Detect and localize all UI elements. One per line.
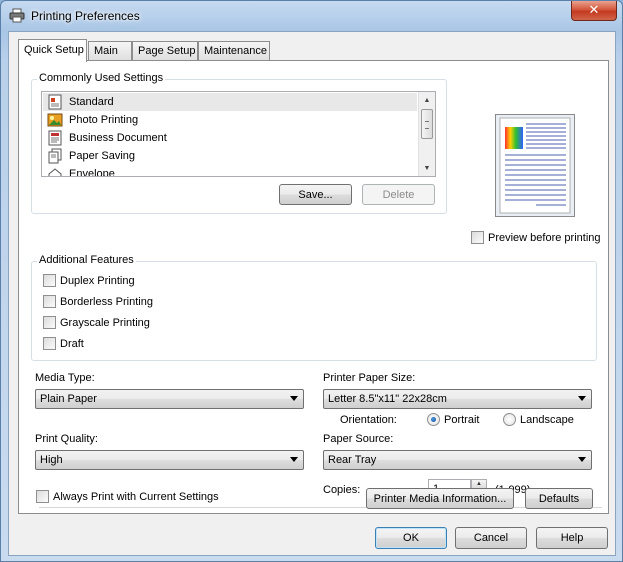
panel-separator	[39, 507, 602, 509]
chevron-down-icon	[290, 457, 298, 462]
paper-source-label: Paper Source:	[323, 433, 394, 445]
checkbox-box[interactable]	[36, 490, 49, 503]
checkbox-box[interactable]	[43, 316, 56, 329]
grayscale-printing-label: Grayscale Printing	[60, 316, 150, 329]
chevron-down-icon	[578, 396, 586, 401]
duplex-printing-checkbox[interactable]: Duplex Printing	[43, 274, 135, 287]
paper-size-value: Letter 8.5"x11" 22x28cm	[328, 393, 447, 405]
list-item-label: Photo Printing	[69, 114, 139, 126]
list-item-label: Standard	[69, 96, 114, 108]
dialog-client-area: Quick Setup Main Page Setup Maintenance …	[8, 31, 616, 556]
list-scrollbar[interactable]: ▲ ▼	[418, 92, 435, 176]
commonly-used-settings-label: Commonly Used Settings	[37, 72, 166, 84]
radio-button[interactable]	[503, 413, 516, 426]
list-item[interactable]: Photo Printing	[43, 111, 417, 129]
printer-icon	[9, 8, 25, 23]
paper-size-select[interactable]: Letter 8.5"x11" 22x28cm	[323, 389, 592, 409]
printer-media-information-button[interactable]: Printer Media Information...	[366, 488, 514, 509]
portrait-radio[interactable]: Portrait	[427, 413, 479, 426]
preview-before-printing-checkbox[interactable]: Preview before printing	[471, 231, 601, 244]
defaults-button[interactable]: Defaults	[525, 488, 593, 509]
list-item[interactable]: Envelope	[43, 165, 417, 177]
chevron-down-icon	[290, 396, 298, 401]
paper-size-label: Printer Paper Size:	[323, 372, 416, 384]
checkbox-box[interactable]	[43, 274, 56, 287]
orientation-label: Orientation:	[340, 414, 397, 426]
grayscale-printing-checkbox[interactable]: Grayscale Printing	[43, 316, 150, 329]
checkbox-box[interactable]	[43, 295, 56, 308]
standard-doc-icon	[47, 94, 63, 110]
help-button[interactable]: Help	[536, 527, 608, 549]
close-button[interactable]: ✕	[571, 1, 617, 21]
ok-button[interactable]: OK	[375, 527, 447, 549]
media-type-select[interactable]: Plain Paper	[35, 389, 304, 409]
save-button[interactable]: Save...	[279, 184, 352, 205]
duplex-printing-label: Duplex Printing	[60, 274, 135, 287]
landscape-label: Landscape	[520, 413, 574, 426]
list-item[interactable]: Standard	[43, 93, 417, 111]
envelope-icon	[47, 166, 63, 176]
list-item-label: Business Document	[69, 132, 167, 144]
borderless-printing-label: Borderless Printing	[60, 295, 153, 308]
paper-saving-icon	[47, 148, 63, 164]
always-print-checkbox[interactable]: Always Print with Current Settings	[36, 490, 219, 503]
always-print-label: Always Print with Current Settings	[53, 490, 219, 503]
delete-button[interactable]: Delete	[362, 184, 435, 205]
preview-before-printing-label: Preview before printing	[488, 231, 601, 244]
print-quality-select[interactable]: High	[35, 450, 304, 470]
tab-quick-setup[interactable]: Quick Setup	[18, 39, 87, 62]
page-preview	[495, 114, 575, 217]
list-item[interactable]: Business Document	[43, 129, 417, 147]
checkbox-box[interactable]	[43, 337, 56, 350]
photo-icon	[47, 112, 63, 128]
tab-main[interactable]: Main	[88, 41, 132, 61]
draft-checkbox[interactable]: Draft	[43, 337, 84, 350]
close-icon: ✕	[588, 3, 600, 18]
chevron-down-icon	[578, 457, 586, 462]
copies-label: Copies:	[323, 484, 361, 496]
cancel-button[interactable]: Cancel	[455, 527, 527, 549]
print-quality-label: Print Quality:	[35, 433, 98, 445]
scroll-down-icon[interactable]: ▼	[419, 160, 435, 176]
tab-maintenance[interactable]: Maintenance	[198, 41, 270, 61]
scroll-thumb[interactable]	[421, 109, 433, 139]
list-item-label: Paper Saving	[69, 150, 136, 162]
scroll-up-icon[interactable]: ▲	[419, 92, 435, 108]
additional-features-label: Additional Features	[37, 254, 136, 266]
list-item[interactable]: Paper Saving	[43, 147, 417, 165]
paper-source-select[interactable]: Rear Tray	[323, 450, 592, 470]
window-title: Printing Preferences	[31, 9, 140, 23]
business-doc-icon	[47, 130, 63, 146]
portrait-label: Portrait	[444, 413, 480, 426]
quick-setup-panel: Commonly Used Settings Standard Photo Pr…	[18, 60, 609, 514]
draft-label: Draft	[60, 337, 84, 350]
radio-button[interactable]	[427, 413, 440, 426]
media-type-value: Plain Paper	[40, 393, 97, 405]
media-type-label: Media Type:	[35, 372, 95, 384]
checkbox-box[interactable]	[471, 231, 484, 244]
landscape-radio[interactable]: Landscape	[503, 413, 574, 426]
print-quality-value: High	[40, 454, 63, 466]
printing-preferences-window: Printing Preferences ✕ Quick Setup Main …	[0, 0, 623, 562]
tab-page-setup[interactable]: Page Setup	[132, 41, 198, 61]
title-bar[interactable]: Printing Preferences ✕	[1, 1, 622, 31]
paper-source-value: Rear Tray	[328, 454, 377, 466]
commonly-used-settings-list[interactable]: Standard Photo Printing Business Documen…	[41, 91, 436, 177]
preview-page-icon	[499, 117, 571, 214]
list-item-label: Envelope	[69, 168, 115, 177]
borderless-printing-checkbox[interactable]: Borderless Printing	[43, 295, 153, 308]
